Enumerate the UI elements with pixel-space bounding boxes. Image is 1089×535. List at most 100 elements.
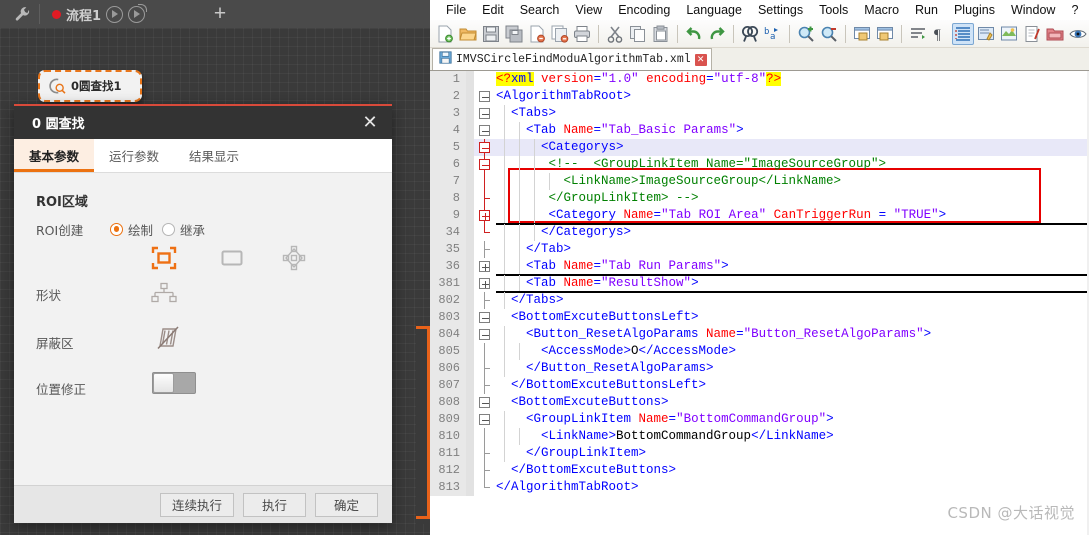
fold-margin[interactable] [474,377,494,394]
open-file-icon[interactable] [457,23,479,45]
flow-tab-process1[interactable]: 流程1 [40,0,199,28]
execute-button[interactable]: 执行 [243,492,306,517]
play-circle-icon[interactable] [106,5,124,23]
fold-margin[interactable] [474,241,494,258]
fold-margin[interactable] [474,173,494,190]
menu-[interactable]: ? [1063,0,1086,20]
fold-margin[interactable] [474,292,494,309]
roi-mask-tree-icon[interactable] [150,281,184,311]
code-line[interactable]: 804 <Button_ResetAlgoParams Name="Button… [430,326,1089,343]
fold-margin[interactable] [474,275,494,292]
replace-icon[interactable]: ba [762,23,784,45]
document-tab[interactable]: IMVSCircleFindModuAlgorithmTab.xml ✕ [432,48,712,70]
fold-margin[interactable] [474,462,494,479]
menu-run[interactable]: Run [907,0,946,20]
menu-language[interactable]: Language [678,0,750,20]
copy-icon[interactable] [627,23,649,45]
show-document-map-icon[interactable] [998,23,1020,45]
code-line[interactable]: 4 <Tab Name="Tab_Basic Params"> [430,122,1089,139]
code-line[interactable]: 811 </GroupLinkItem> [430,445,1089,462]
code-line[interactable]: 812 </BottomExcuteButtons> [430,462,1089,479]
code-line[interactable]: 34 </Categorys> [430,224,1089,241]
code-line[interactable]: 808 <BottomExcuteButtons> [430,394,1089,411]
menu-edit[interactable]: Edit [474,0,512,20]
code-line[interactable]: 807 </BottomExcuteButtonsLeft> [430,377,1089,394]
dialog-title-bar[interactable]: 0 圆查找 [14,106,392,139]
print-icon[interactable] [572,23,594,45]
monitoring-icon[interactable] [1067,23,1089,45]
fold-margin[interactable] [474,88,494,105]
code-line[interactable]: 809 <GroupLinkItem Name="BottomCommandGr… [430,411,1089,428]
bookmark-margin[interactable] [466,88,474,105]
menu-macro[interactable]: Macro [856,0,907,20]
bookmark-margin[interactable] [466,462,474,479]
undo-icon[interactable] [683,23,705,45]
roi-polygon-nodes-icon[interactable] [280,245,314,275]
bookmark-margin[interactable] [466,156,474,173]
new-file-icon[interactable] [434,23,456,45]
code-editor[interactable]: CSDN @大话视觉 1 <?xml version="1.0" encoding… [430,71,1089,535]
menu-encoding[interactable]: Encoding [610,0,678,20]
code-line[interactable]: 381 <Tab Name="ResultShow"> [430,275,1089,292]
bookmark-margin[interactable] [466,326,474,343]
code-line[interactable]: 810 <LinkName>BottomCommandGroup</LinkNa… [430,428,1089,445]
function-list-icon[interactable] [1021,23,1043,45]
bookmark-margin[interactable] [466,394,474,411]
code-line[interactable]: 36 <Tab Name="Tab Run Params"> [430,258,1089,275]
user-define-dialog-icon[interactable] [975,23,997,45]
play-loop-circle-icon[interactable] [128,3,148,23]
flow-node-circle-find[interactable]: 0圆查找1 [38,70,142,102]
fold-margin[interactable] [474,139,494,156]
fold-margin[interactable] [474,428,494,445]
menu-settings[interactable]: Settings [750,0,811,20]
fold-margin[interactable] [474,445,494,462]
fold-margin[interactable] [474,105,494,122]
fold-margin[interactable] [474,122,494,139]
indent-guide-icon[interactable] [952,22,975,45]
bookmark-margin[interactable] [466,445,474,462]
show-all-chars-icon[interactable]: ¶ [930,23,952,45]
fold-margin[interactable] [474,479,494,496]
menu-plugins[interactable]: Plugins [946,0,1003,20]
save-icon[interactable] [480,23,502,45]
confirm-button[interactable]: 确定 [315,492,378,517]
menu-file[interactable]: File [438,0,474,20]
close-all-icon[interactable] [549,23,571,45]
word-wrap-icon[interactable] [907,23,929,45]
fold-margin[interactable] [474,309,494,326]
sync-horizontal-scroll-icon[interactable] [874,23,896,45]
bookmark-margin[interactable] [466,479,474,496]
code-line[interactable]: 1 <?xml version="1.0" encoding="utf-8"?> [430,71,1089,88]
bookmark-margin[interactable] [466,241,474,258]
zoom-in-icon[interactable] [795,23,817,45]
menu-tools[interactable]: Tools [811,0,856,20]
fold-margin[interactable] [474,394,494,411]
save-all-icon[interactable] [503,23,525,45]
bookmark-margin[interactable] [466,292,474,309]
continuous-execute-button[interactable]: 连续执行 [159,492,234,517]
bookmark-margin[interactable] [466,275,474,292]
fold-margin[interactable] [474,207,494,224]
bookmark-margin[interactable] [466,71,474,88]
bookmark-margin[interactable] [466,190,474,207]
tab-basic-params[interactable]: 基本参数 [14,139,95,172]
fold-margin[interactable] [474,190,494,207]
code-line[interactable]: 5 <Categorys> [430,139,1089,156]
radio-option-inherit[interactable]: 继承 [162,220,205,239]
bookmark-margin[interactable] [466,122,474,139]
position-correction-toggle[interactable] [152,372,196,394]
fold-margin[interactable] [474,360,494,377]
bookmark-margin[interactable] [466,343,474,360]
menu-view[interactable]: View [567,0,610,20]
cut-icon[interactable] [604,23,626,45]
radio-draw-icon[interactable] [110,222,123,236]
bookmark-margin[interactable] [466,173,474,190]
bookmark-margin[interactable] [466,258,474,275]
bookmark-margin[interactable] [466,377,474,394]
menu-search[interactable]: Search [512,0,568,20]
mask-disabled-icon[interactable] [153,325,187,353]
code-line[interactable]: 803 <BottomExcuteButtonsLeft> [430,309,1089,326]
roi-rect-brackets-icon[interactable] [150,245,184,275]
code-line[interactable]: 8 </GroupLinkItem> --> [430,190,1089,207]
add-flow-tab-button[interactable]: + [200,0,240,28]
